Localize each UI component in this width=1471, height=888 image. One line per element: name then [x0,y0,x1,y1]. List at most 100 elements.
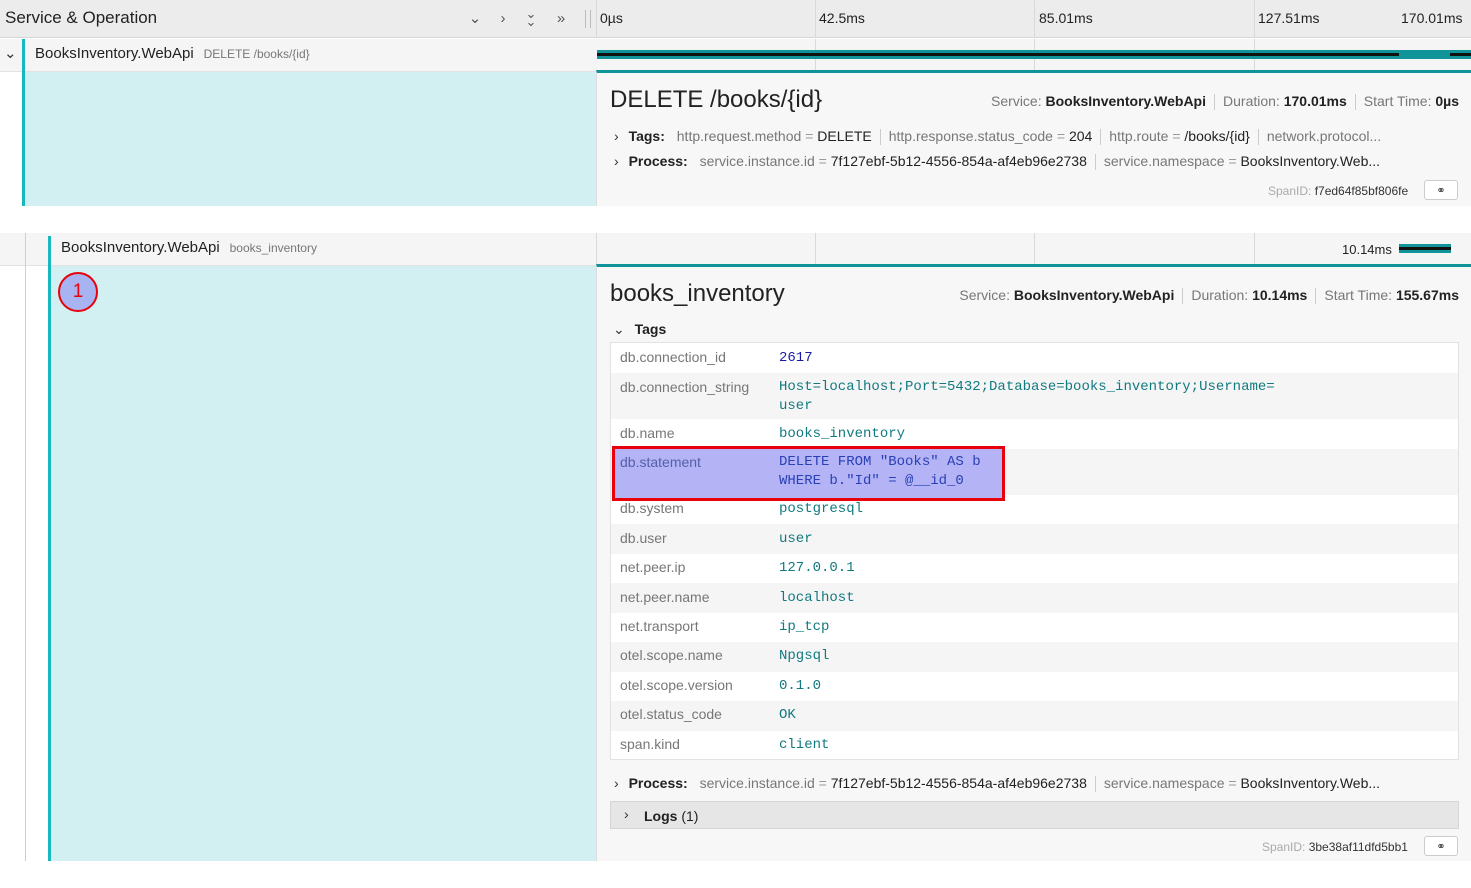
expand-all-button[interactable]: » [551,8,571,28]
span-detail-title: DELETE /books/{id} [610,86,823,113]
start-time-label: Start Time: [1324,287,1393,303]
chevron-down-icon: ⌄ [613,321,625,337]
tag-key: net.peer.name [620,589,710,605]
tag-value[interactable]: OK [779,706,796,725]
grid-line [1254,0,1255,38]
span-name[interactable]: BooksInventory.WebApi DELETE /books/{id} [35,45,310,62]
tag-value[interactable]: 0.1.0 [779,677,821,696]
tag-value[interactable]: localhost [779,589,855,608]
table-row: net.peer.name localhost [611,583,1458,613]
grid-line [1034,0,1035,38]
tag-value[interactable]: DELETE FROM "Books" AS b WHERE b."Id" = … [779,453,981,491]
span-id-label: SpanID: [1262,840,1306,854]
tag-value[interactable]: Host=localhost;Port=5432;Database=books_… [779,378,1275,416]
table-row: otel.scope.name Npgsql [611,642,1458,672]
tags-table: db.connection_id 2617 db.connection_stri… [610,342,1459,760]
span-id-value: 3be38af11dfd5bb1 [1308,840,1408,854]
tree-guide-line [25,233,26,861]
tag-value[interactable]: 2617 [779,349,813,368]
collapse-all-button[interactable]: ⌄ ⌄ [521,6,541,29]
start-time-value: 0µs [1435,93,1459,109]
collapse-one-button[interactable]: ⌄ [465,8,485,28]
tag-key: http.response.status_code [888,128,1053,144]
logs-title: Logs [644,808,678,824]
tag-key: http.request.method [676,128,802,144]
double-chevron-down-icon: ⌄ ⌄ [525,6,537,29]
span-id: SpanID: 3be38af11dfd5bb1 [1262,840,1408,854]
logs-toggle[interactable]: › Logs (1) [610,801,1459,829]
process-key: service.namespace [1103,153,1225,169]
tags-label: Tags: [628,128,665,144]
table-row: db.connection_id 2617 [611,343,1458,373]
expand-one-button[interactable]: › [493,8,513,28]
copy-link-button[interactable]: ⚭ [1424,836,1458,856]
logs-count: (1) [681,808,699,824]
process-summary[interactable]: › Process: service.instance.id = 7f127eb… [614,153,1460,171]
duration-value: 10.14ms [1252,287,1308,303]
tags-label: Tags [634,321,667,337]
step-marker: 1 [58,272,98,312]
tag-value[interactable]: Npgsql [779,647,829,666]
span-duration-label: 10.14ms [1342,242,1392,257]
service-label: Service: [959,287,1010,303]
chevron-right-icon: › [614,775,619,791]
timeline-header [0,0,1471,38]
table-row: db.connection_string Host=localhost;Port… [611,373,1458,419]
tag-value[interactable]: books_inventory [779,425,905,444]
duration-label: Duration: [1223,93,1280,109]
tag-key: net.transport [620,618,699,634]
grid-line [596,0,597,38]
tag-key: otel.status_code [620,706,722,722]
process-label: Process: [628,153,688,169]
chevron-right-icon: › [624,806,629,822]
table-row: db.name books_inventory [611,419,1458,449]
column-resizer[interactable] [585,10,591,28]
logs-label: Logs (1) [644,808,698,824]
table-row: db.user user [611,524,1458,554]
operation-name: books_inventory [229,241,317,255]
service-value: BooksInventory.WebApi [1013,287,1175,303]
tag-key: db.user [620,530,667,546]
tag-value[interactable]: client [779,736,829,755]
span-id: SpanID: f7ed64f85bf806fe [1268,184,1408,198]
tick-label: 85.01ms [1039,10,1093,26]
grid-line [815,0,816,38]
span-self-time-line [597,53,1399,56]
table-row: net.transport ip_tcp [611,613,1458,642]
tick-label: 170.01ms [1401,10,1463,26]
duration-label: Duration: [1191,287,1249,303]
tags-toggle[interactable]: ⌄ Tags [613,321,666,338]
tick-label: 42.5ms [819,10,865,26]
chevron-down-icon[interactable]: ⌄ [4,44,17,62]
tag-key: network.protocol... [1266,128,1382,144]
tag-value[interactable]: user [779,530,813,549]
grid-line [815,233,816,266]
tag-key: http.route [1109,128,1169,144]
span-detail-gutter [51,266,596,861]
start-time-label: Start Time: [1363,93,1432,109]
table-row: otel.scope.version 0.1.0 [611,672,1458,701]
table-row: net.peer.ip 127.0.0.1 [611,554,1458,583]
double-chevron-right-icon: » [556,9,566,27]
link-icon: ⚭ [1436,840,1446,853]
table-row: otel.status_code OK [611,701,1458,731]
row-gap [0,206,1471,232]
grid-line [1254,233,1255,266]
span-name[interactable]: BooksInventory.WebApi books_inventory [61,239,317,256]
process-summary[interactable]: › Process: service.instance.id = 7f127eb… [614,775,1460,793]
tag-value[interactable]: 127.0.0.1 [779,559,855,578]
span-id-value: f7ed64f85bf806fe [1314,184,1409,198]
table-row: db.statement DELETE FROM "Books" AS b WH… [611,446,1458,501]
service-name: BooksInventory.WebApi [61,239,220,256]
copy-link-button[interactable]: ⚭ [1424,180,1458,200]
tag-value[interactable]: ip_tcp [779,618,829,637]
tag-value: DELETE [817,128,872,144]
tags-summary[interactable]: › Tags: http.request.method = DELETE http… [614,128,1460,146]
grid-line [596,233,597,266]
tag-key: db.system [620,500,684,516]
process-value: 7f127ebf-5b12-4556-854a-af4eb96e2738 [830,775,1087,791]
span-overview: Service: BooksInventory.WebApi Duration: … [991,93,1459,111]
tag-value[interactable]: postgresql [779,500,863,519]
service-label: Service: [991,93,1042,109]
chevron-right-icon: › [614,153,619,169]
